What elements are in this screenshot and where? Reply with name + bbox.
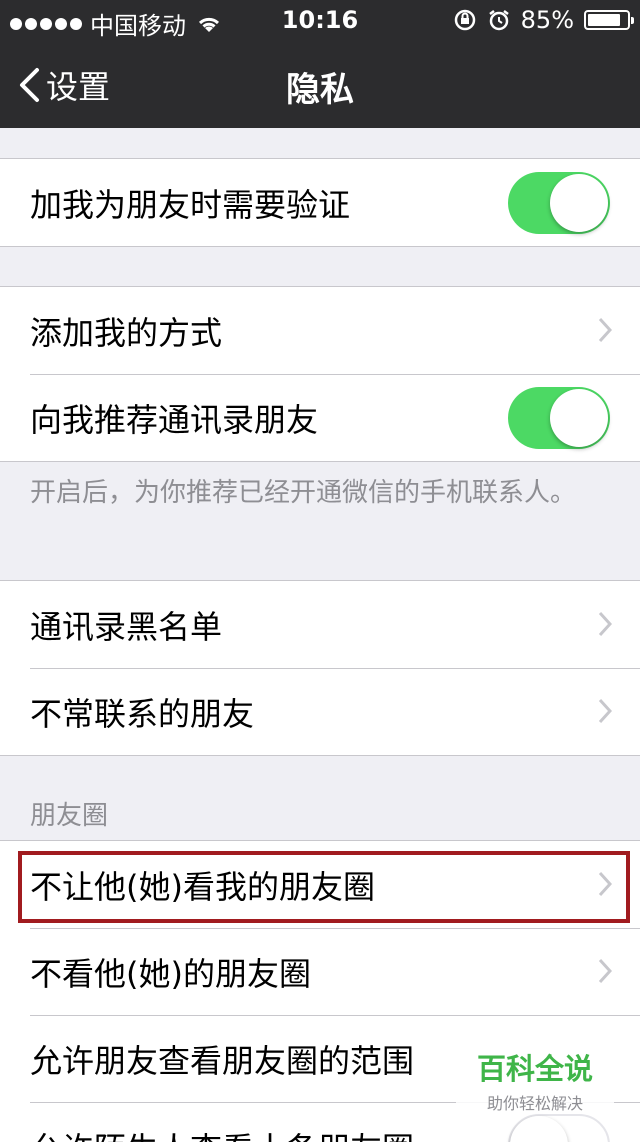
chevron-right-icon <box>598 317 612 343</box>
chevron-right-icon <box>598 611 612 637</box>
status-bar: 中国移动 10:16 85% <box>0 0 640 40</box>
moments-range-label: 允许朋友查看朋友圈的范围 <box>30 1041 415 1080</box>
chevron-right-icon <box>598 871 612 897</box>
recommend-contacts-label: 向我推荐通讯录朋友 <box>30 400 319 439</box>
battery-percent: 85% <box>520 6 574 34</box>
watermark-sub: 助你轻松解决 <box>486 1094 583 1113</box>
recommend-contacts-row: 向我推荐通讯录朋友 <box>0 374 640 461</box>
discovery-group: 添加我的方式 向我推荐通讯录朋友 <box>0 286 640 462</box>
blacklist-label: 通讯录黑名单 <box>30 607 223 646</box>
orientation-lock-icon <box>454 9 475 31</box>
infrequent-friends-row[interactable]: 不常联系的朋友 <box>0 668 640 755</box>
navigation-bar: 设置 隐私 <box>0 40 640 128</box>
add-me-method-row[interactable]: 添加我的方式 <box>0 287 640 374</box>
watermark-main: 百科全说 <box>476 1052 593 1086</box>
verify-friend-row: 加我为朋友时需要验证 <box>0 159 640 246</box>
hide-moments-from-label: 不让他(她)看我的朋友圈 <box>30 867 375 906</box>
dont-see-moments-row[interactable]: 不看他(她)的朋友圈 <box>0 928 640 1015</box>
recommend-note: 开启后，为你推荐已经开通微信的手机联系人。 <box>30 478 577 508</box>
battery-icon <box>584 10 634 30</box>
add-me-method-label: 添加我的方式 <box>30 313 223 352</box>
verify-friend-toggle[interactable] <box>508 172 610 234</box>
dont-see-moments-label: 不看他(她)的朋友圈 <box>30 954 311 993</box>
infrequent-friends-label: 不常联系的朋友 <box>30 694 255 733</box>
blacklist-group: 通讯录黑名单 不常联系的朋友 <box>0 580 640 756</box>
page-title: 隐私 <box>286 70 354 110</box>
chevron-right-icon <box>598 958 612 984</box>
stranger-moments-label: 允许陌生人查看十条朋友圈 <box>30 1124 414 1142</box>
chevron-right-icon <box>598 698 612 724</box>
recommend-contacts-toggle[interactable] <box>508 387 610 449</box>
verify-friend-label: 加我为朋友时需要验证 <box>30 185 351 224</box>
stranger-moments-toggle[interactable] <box>508 1114 610 1142</box>
verify-group: 加我为朋友时需要验证 <box>0 158 640 247</box>
hide-moments-from-row[interactable]: 不让他(她)看我的朋友圈 <box>0 841 640 928</box>
alarm-icon <box>488 10 509 31</box>
moments-section-header: 朋友圈 <box>30 801 109 831</box>
blacklist-row[interactable]: 通讯录黑名单 <box>0 581 640 668</box>
watermark-logo: 百科全说 助你轻松解决 <box>456 1040 614 1113</box>
